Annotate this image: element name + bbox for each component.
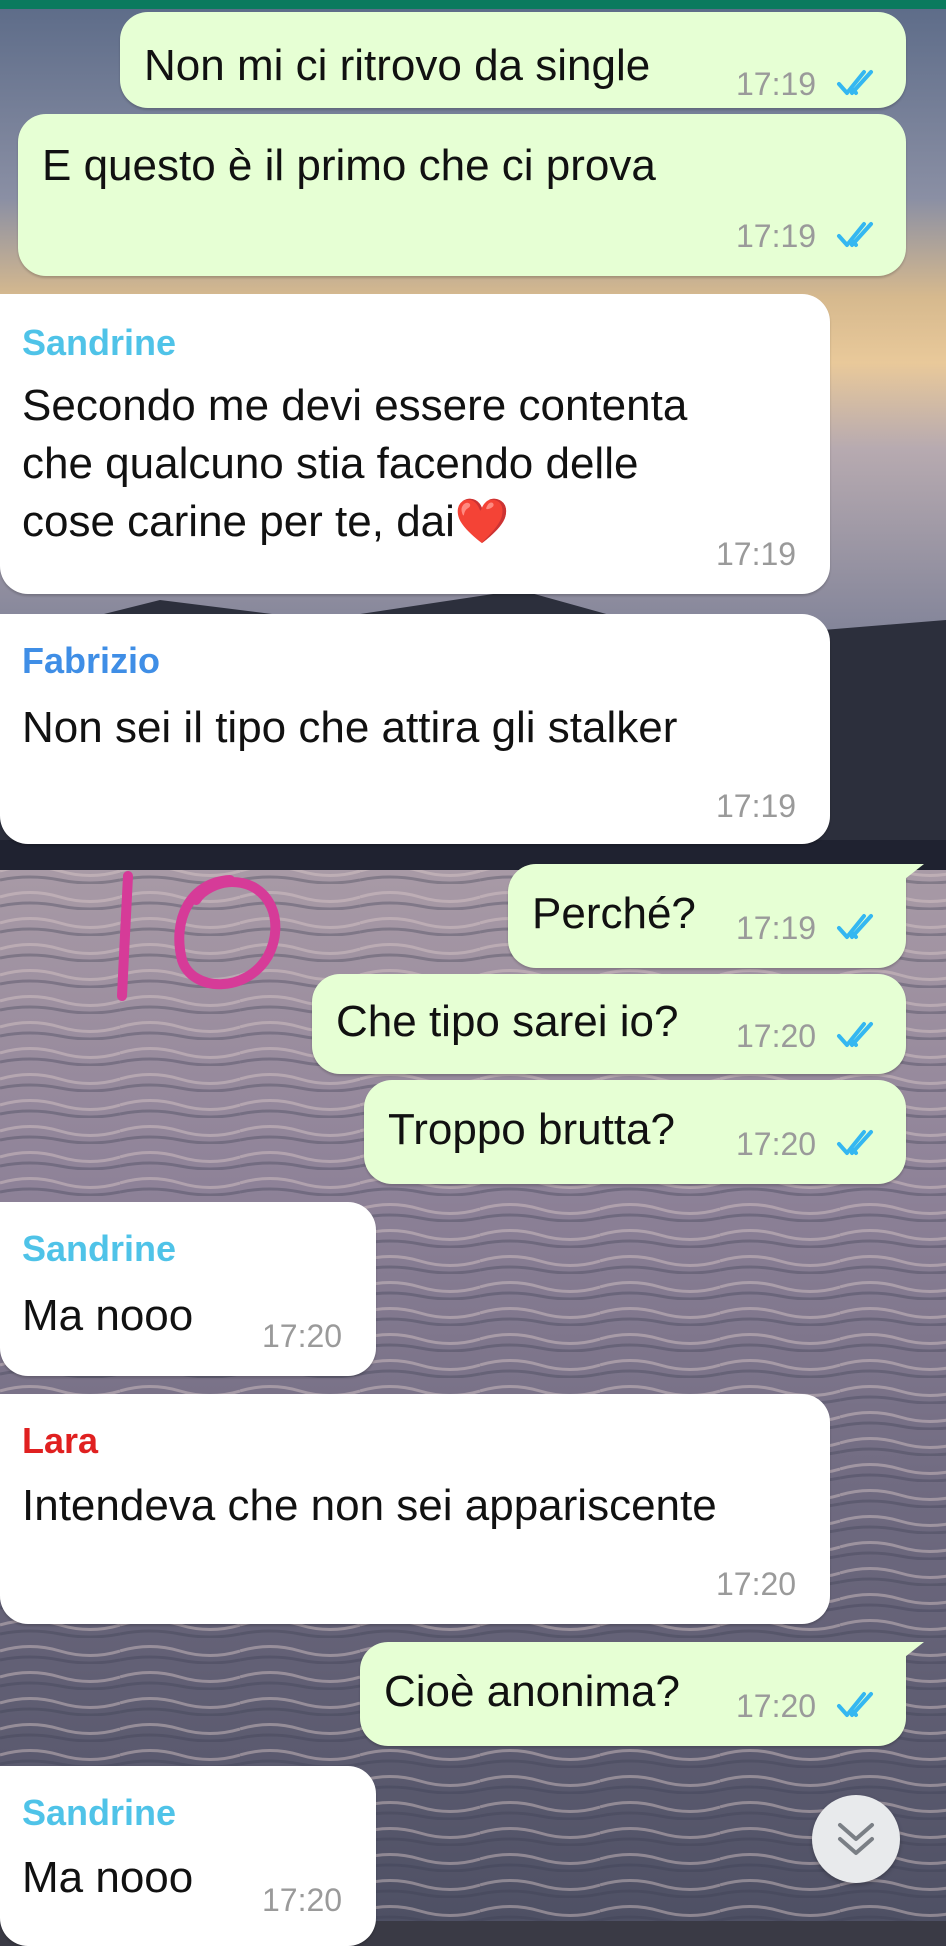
message-bubble-incoming[interactable]: Sandrine Ma nooo 17:20 [0, 1202, 376, 1376]
message-bubble-incoming[interactable]: Lara Intendeva che non sei appariscente … [0, 1394, 830, 1624]
message-text: Ma nooo [22, 1853, 194, 1902]
message-time: 17:19 [736, 66, 817, 102]
message-time: 17:20 [736, 1688, 817, 1724]
status-strip [0, 0, 946, 9]
sender-name: Lara [22, 1420, 99, 1461]
read-ticks-icon [837, 1692, 873, 1717]
heart-emoji-icon: ❤️ [454, 497, 510, 546]
message-time: 17:20 [736, 1018, 817, 1054]
message-bubble-incoming[interactable]: Sandrine Ma nooo 17:20 [0, 1766, 376, 1946]
message-bubble-outgoing[interactable]: Perché? 17:19 [508, 864, 906, 968]
sender-name: Sandrine [22, 322, 177, 363]
message-time: 17:19 [736, 910, 817, 946]
message-text: Cioè anonima? [384, 1667, 680, 1716]
read-ticks-icon [837, 222, 873, 247]
message-time: 17:19 [736, 218, 817, 254]
sender-name: Fabrizio [22, 640, 161, 681]
message-bubble-outgoing[interactable]: E questo è il primo che ci prova 17:19 [18, 114, 906, 276]
scroll-to-bottom-button[interactable] [812, 1795, 900, 1883]
message-text-fragment: cose carine per te, dai [22, 497, 455, 546]
bubble-tail [896, 864, 924, 886]
message-bubble-outgoing[interactable]: Troppo brutta? 17:20 [364, 1080, 906, 1184]
message-bubble-outgoing[interactable]: Cioè anonima? 17:20 [360, 1642, 906, 1746]
message-time: 17:19 [716, 788, 797, 824]
read-ticks-icon [837, 1022, 873, 1047]
sender-name: Sandrine [22, 1228, 177, 1269]
message-time: 17:20 [716, 1566, 797, 1602]
message-bubble-incoming[interactable]: Fabrizio Non sei il tipo che attira gli … [0, 614, 830, 844]
read-ticks-icon [837, 1130, 873, 1155]
message-time: 17:20 [736, 1126, 817, 1162]
double-chevron-down-icon [838, 1823, 874, 1855]
hand-drawn-io-scribble-icon [117, 871, 281, 1001]
message-bubble-incoming[interactable]: Sandrine Secondo me devi essere contenta… [0, 294, 830, 594]
message-text-line: che qualcuno stia facendo delle [22, 439, 639, 488]
message-text: Non sei il tipo che attira gli stalker [22, 703, 678, 752]
message-time: 17:19 [716, 536, 797, 572]
message-text-line: cose carine per te, dai❤️ [22, 492, 510, 552]
message-time: 17:20 [262, 1318, 343, 1354]
message-text: E questo è il primo che ci prova [42, 141, 656, 190]
bubble-tail [896, 1642, 924, 1664]
message-time: 17:20 [262, 1882, 343, 1918]
message-text: Che tipo sarei io? [336, 997, 679, 1046]
message-text: Troppo brutta? [388, 1105, 675, 1154]
message-text: Ma nooo [22, 1291, 194, 1340]
message-text: Non mi ci ritrovo da single [144, 41, 651, 90]
read-ticks-icon [837, 914, 873, 939]
sender-name: Sandrine [22, 1792, 177, 1833]
message-bubble-outgoing[interactable]: Che tipo sarei io? 17:20 [312, 974, 906, 1074]
message-text: Perché? [532, 889, 696, 938]
message-bubble-outgoing[interactable]: Non mi ci ritrovo da single 17:19 [120, 12, 906, 108]
message-text: Intendeva che non sei appariscente [22, 1481, 717, 1530]
message-text-line: Secondo me devi essere contenta [22, 381, 688, 430]
read-ticks-icon [837, 70, 873, 95]
